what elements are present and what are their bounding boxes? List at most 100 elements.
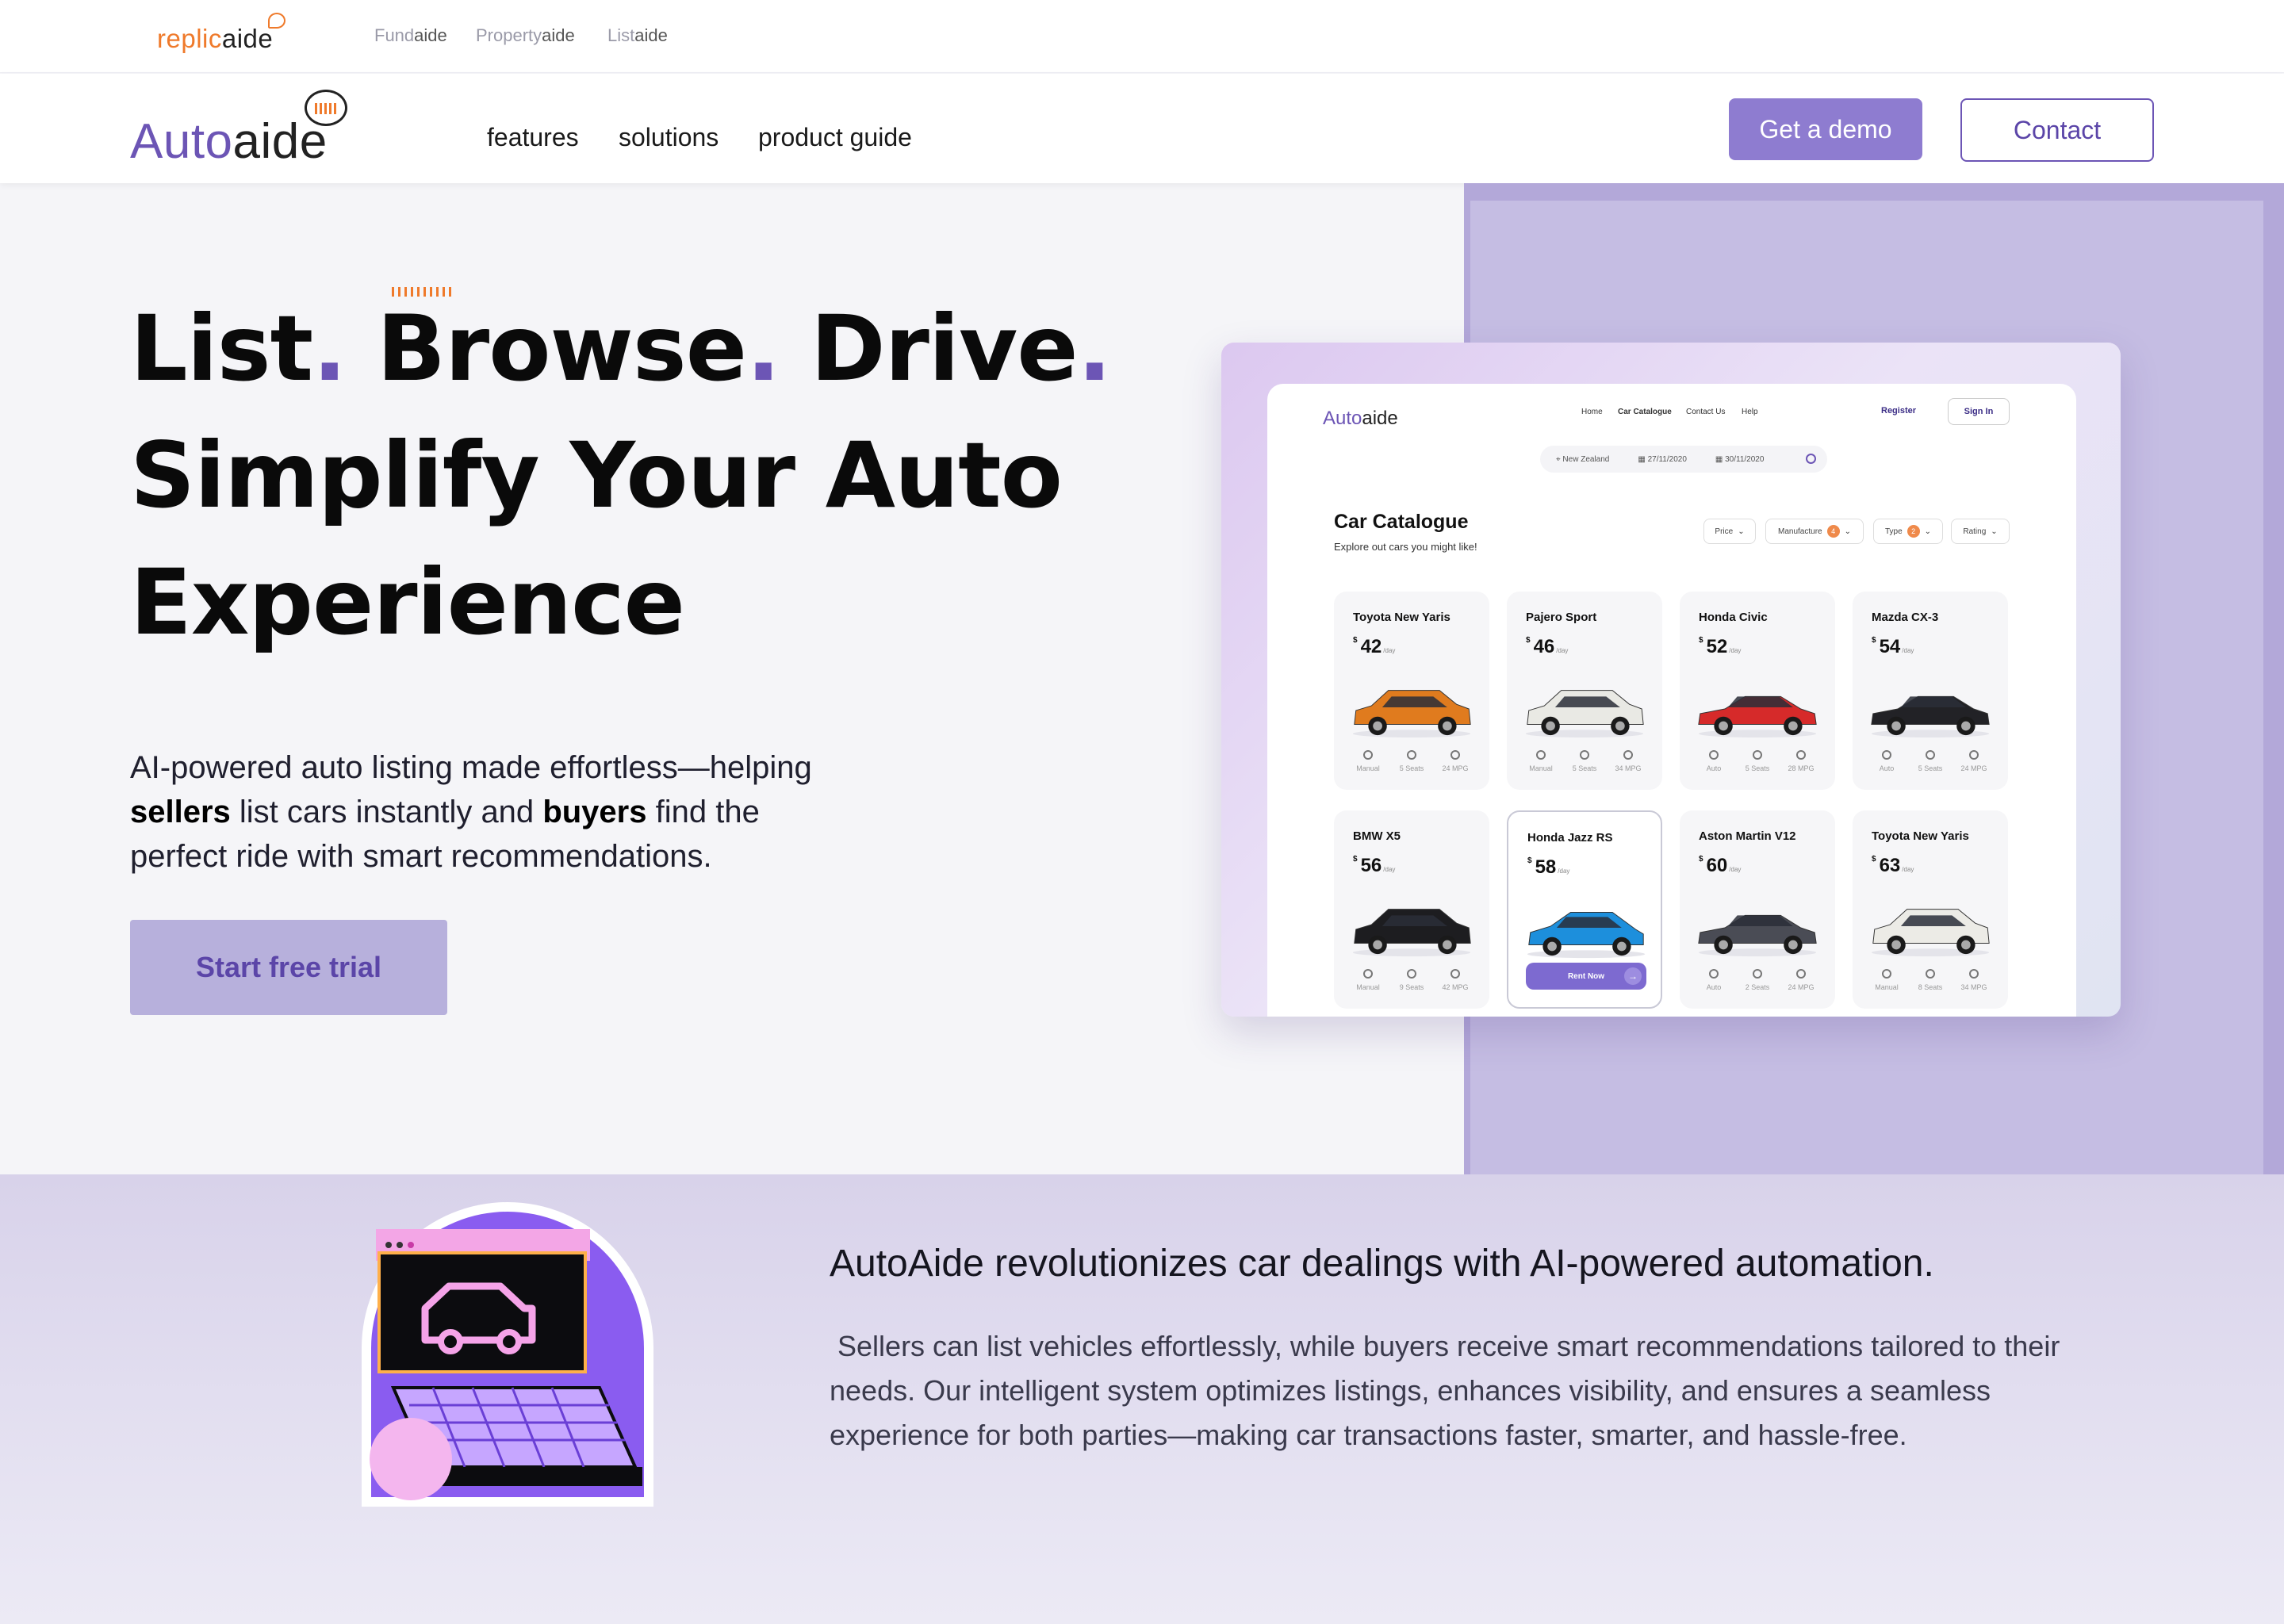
car-name: Pajero Sport	[1526, 611, 1597, 624]
mockup-screen: Autoaide Home Car Catalogue Contact Us H…	[1267, 384, 2076, 1017]
car-image	[1348, 898, 1475, 958]
nav-link-solutions[interactable]: solutions	[619, 123, 719, 152]
car-price: $63/day	[1872, 855, 1914, 877]
spec-item: 9 Seats	[1392, 969, 1431, 991]
car-specs: Manual 5 Seats 34 MPG	[1521, 750, 1648, 772]
fuel-icon	[1796, 750, 1806, 760]
nav-link-features[interactable]: features	[487, 123, 579, 152]
price-period: /day	[1902, 647, 1914, 654]
main-navbar: Autoaide features solutions product guid…	[0, 74, 2284, 183]
spec-item: Manual	[1867, 969, 1907, 991]
mockup-signin: Sign In	[1948, 398, 2010, 425]
listaide-brand[interactable]: Listaide	[607, 25, 668, 46]
hero-text-part: list cars instantly and	[239, 795, 535, 829]
fuel-icon	[1969, 750, 1979, 760]
fuel-icon	[1796, 969, 1806, 979]
wave-icon	[268, 13, 286, 29]
arrow-right-icon: →	[1624, 967, 1642, 985]
spec-label: 34 MPG	[1960, 983, 1987, 991]
seat-icon	[1926, 969, 1935, 979]
car-name: Toyota New Yaris	[1872, 829, 1969, 843]
brand-strip: replicaide Fundaide Propertyaide Listaid…	[0, 0, 2284, 73]
car-name: Toyota New Yaris	[1353, 611, 1450, 624]
car-price: $60/day	[1699, 855, 1741, 877]
headline-dot: .	[312, 296, 347, 401]
spec-item: 5 Seats	[1910, 750, 1950, 772]
car-price: $58/day	[1527, 856, 1569, 879]
mockup-nav-contact: Contact Us	[1686, 408, 1726, 416]
spec-label: Manual	[1529, 764, 1553, 772]
price-period: /day	[1729, 866, 1742, 873]
headline-word: Drive	[811, 296, 1079, 401]
product-mockup: Autoaide Home Car Catalogue Contact Us H…	[1221, 343, 2121, 1017]
price-value: 56	[1360, 855, 1382, 876]
filter-label: Rating	[1963, 527, 1987, 536]
spec-item: Auto	[1867, 750, 1907, 772]
spec-label: Auto	[1706, 983, 1722, 991]
spec-label: 8 Seats	[1918, 983, 1943, 991]
fuel-icon	[1969, 969, 1979, 979]
spec-item: 28 MPG	[1781, 750, 1821, 772]
spec-item: Manual	[1348, 969, 1388, 991]
location-icon: ⌖ New Zealand	[1556, 454, 1610, 464]
car-card: BMW X5 $56/day Manual 9 Seats 42 MPG	[1334, 810, 1489, 1009]
spec-label: 9 Seats	[1399, 983, 1424, 991]
spec-item: 24 MPG	[1435, 750, 1475, 772]
contact-button[interactable]: Contact	[1960, 98, 2154, 162]
price-period: /day	[1556, 647, 1569, 654]
car-image	[1348, 679, 1475, 739]
autoaide-logo[interactable]: Autoaide	[130, 113, 328, 170]
spec-item: 2 Seats	[1738, 969, 1777, 991]
car-name: Honda Civic	[1699, 611, 1768, 624]
fuel-icon	[1450, 750, 1460, 760]
get-demo-button[interactable]: Get a demo	[1729, 98, 1922, 160]
fundaide-brand[interactable]: Fundaide	[374, 25, 447, 46]
laptop-car-illustration	[362, 1202, 653, 1507]
seat-icon	[1407, 750, 1416, 760]
filter-badge: 4	[1826, 525, 1840, 538]
currency: $	[1353, 855, 1358, 864]
currency: $	[1699, 855, 1703, 864]
spec-label: 5 Seats	[1572, 764, 1597, 772]
mockup-filter-price: Price ⌄	[1703, 519, 1756, 544]
headline-dot: .	[746, 296, 780, 401]
car-image	[1523, 899, 1650, 959]
steering-wheel-icon	[1536, 750, 1546, 760]
seat-icon	[1580, 750, 1589, 760]
propertyaide-brand[interactable]: Propertyaide	[476, 25, 575, 46]
car-name: BMW X5	[1353, 829, 1401, 843]
spec-item: Manual	[1348, 750, 1388, 772]
chevron-down-icon: ⌄	[1738, 527, 1745, 536]
mockup-title: Car Catalogue	[1334, 511, 1469, 533]
car-image	[1694, 679, 1821, 739]
currency: $	[1526, 636, 1531, 645]
seat-icon	[1753, 969, 1762, 979]
fuel-icon	[1450, 969, 1460, 979]
spec-label: 42 MPG	[1442, 983, 1469, 991]
car-price: $46/day	[1526, 636, 1568, 658]
seat-icon	[1753, 750, 1762, 760]
spec-item: 34 MPG	[1608, 750, 1648, 772]
mockup-nav-help: Help	[1742, 408, 1758, 416]
mockup-filter-type: Type 2 ⌄	[1873, 519, 1943, 544]
brand-part: Property	[476, 25, 542, 45]
spec-item: 5 Seats	[1392, 750, 1431, 772]
car-image	[1694, 898, 1821, 958]
car-specs: Auto 2 Seats 24 MPG	[1694, 969, 1821, 991]
headline-line-1: List. Browse. Drive.	[130, 285, 1112, 412]
car-price: $54/day	[1872, 636, 1914, 658]
price-value: 63	[1879, 855, 1901, 876]
rent-now-button: Rent Now →	[1526, 963, 1646, 990]
start-free-trial-button[interactable]: Start free trial	[130, 920, 447, 1015]
car-image	[1521, 679, 1648, 739]
hero-description: AI-powered auto listing made effortless—…	[130, 745, 844, 879]
price-period: /day	[1902, 866, 1914, 873]
mockup-filter-rating: Rating ⌄	[1951, 519, 2010, 544]
mockup-subtitle: Explore out cars you might like!	[1334, 541, 1477, 553]
headline-line-3: Experience	[130, 550, 685, 655]
spec-item: Auto	[1694, 750, 1734, 772]
currency: $	[1872, 636, 1876, 645]
chevron-down-icon: ⌄	[1924, 527, 1932, 536]
replicaide-brand[interactable]: replicaide	[157, 24, 273, 54]
nav-link-product-guide[interactable]: product guide	[758, 123, 912, 152]
